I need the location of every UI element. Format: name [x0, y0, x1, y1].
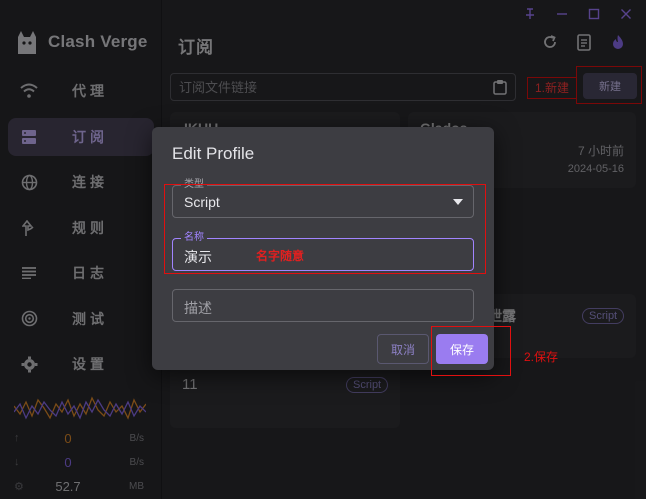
- dialog-title: Edit Profile: [172, 144, 255, 163]
- annotation-fields-highlight: [164, 184, 486, 274]
- description-field[interactable]: 描述: [172, 289, 474, 322]
- description-placeholder: 描述: [184, 300, 212, 316]
- annotation-save-highlight: [431, 326, 511, 376]
- cancel-button[interactable]: 取消: [377, 334, 429, 364]
- annotation-step-2: 2.保存: [524, 350, 559, 364]
- app-window: Clash Verge 代理 订阅 连接 规则 日志 测试 设置 ↑ 0 B/s…: [0, 0, 646, 499]
